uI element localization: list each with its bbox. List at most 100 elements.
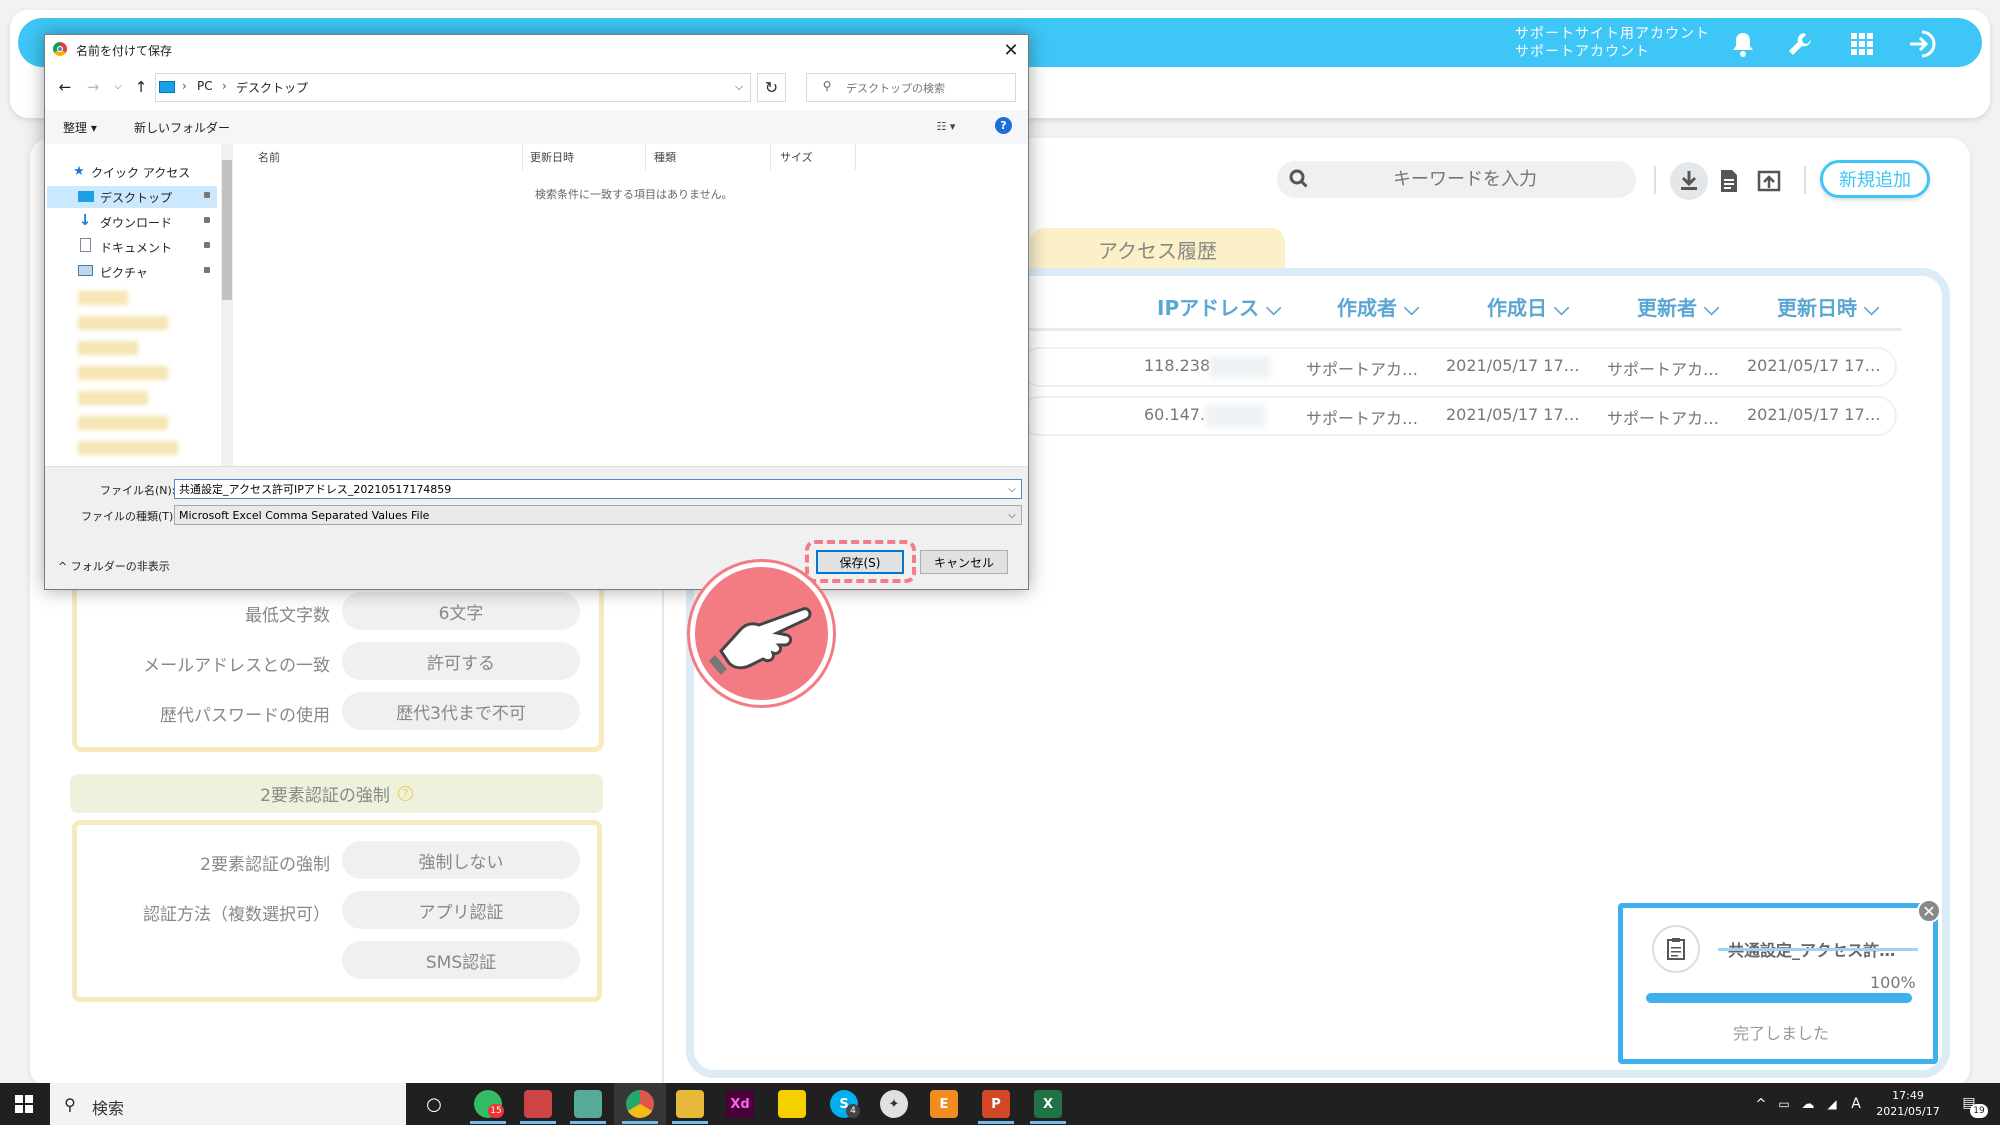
powerpoint-app-icon[interactable]: P bbox=[982, 1090, 1010, 1118]
column-header-updater[interactable]: 更新者 ⌵ bbox=[1637, 292, 1719, 321]
account-info[interactable]: サポートサイト用アカウント サポートアカウント bbox=[1515, 25, 1710, 61]
policy-value[interactable]: 歴代3代まで不可 bbox=[342, 692, 580, 730]
pin-icon bbox=[204, 267, 210, 273]
tfa-value[interactable]: SMS認証 bbox=[342, 941, 580, 979]
clock-date: 2021/05/17 bbox=[1876, 1105, 1940, 1118]
cell-updated: 2021/05/17 17… bbox=[1747, 356, 1881, 375]
tfa-value[interactable]: アプリ認証 bbox=[342, 891, 580, 929]
help-icon[interactable]: ? bbox=[397, 786, 413, 801]
organize-button[interactable]: 整理 ▾ bbox=[63, 119, 97, 136]
policy-label: メールアドレスとの一致 bbox=[143, 656, 330, 676]
help-icon[interactable]: ? bbox=[995, 117, 1012, 134]
new-folder-button[interactable]: 新しいフォルダー bbox=[134, 119, 230, 136]
column-header-created[interactable]: 作成日 ⌵ bbox=[1487, 292, 1569, 321]
upload-icon[interactable] bbox=[1752, 164, 1786, 198]
apps-grid-icon[interactable] bbox=[1846, 28, 1878, 60]
filename-label: ファイル名(N): bbox=[100, 484, 176, 497]
tfa-value[interactable]: 強制しない bbox=[342, 841, 580, 879]
close-icon[interactable]: ✕ bbox=[1917, 899, 1941, 923]
xd-app-icon[interactable]: Xd bbox=[726, 1090, 754, 1118]
filename-input[interactable] bbox=[174, 479, 1022, 499]
running-indicator bbox=[622, 1121, 658, 1124]
recent-dropdown-icon[interactable]: ⌵ bbox=[112, 80, 124, 94]
monitor-icon bbox=[159, 81, 175, 93]
column-divider bbox=[855, 144, 856, 170]
tfa-label: 認証方法（複数選択可） bbox=[143, 905, 330, 925]
up-arrow-icon[interactable]: ↑ bbox=[132, 78, 150, 96]
back-arrow-icon[interactable]: ← bbox=[56, 78, 74, 96]
nav-item-quick-access[interactable]: クイック アクセス bbox=[91, 164, 190, 181]
tab-access-history[interactable]: アクセス履歴 bbox=[1030, 228, 1285, 270]
breadcrumb-desktop[interactable]: デスクトップ bbox=[236, 79, 308, 96]
refresh-icon[interactable]: ↻ bbox=[757, 73, 786, 102]
running-indicator bbox=[520, 1121, 556, 1124]
notes-app-icon[interactable] bbox=[574, 1090, 602, 1118]
file-column-name[interactable]: 名前 bbox=[258, 149, 280, 165]
policy-label: 最低文字数 bbox=[245, 606, 330, 626]
breadcrumb-pc[interactable]: PC bbox=[197, 79, 213, 93]
feedback-app-icon[interactable]: ✦ bbox=[880, 1090, 908, 1118]
nav-item-pictures[interactable]: ピクチャ bbox=[100, 264, 148, 281]
file-column-modified[interactable]: 更新日時 bbox=[530, 149, 574, 165]
add-new-button[interactable]: 新規追加 bbox=[1820, 160, 1930, 198]
running-indicator bbox=[978, 1121, 1014, 1124]
pointing-hand-icon bbox=[690, 562, 833, 705]
chevron-up-icon: ^ bbox=[58, 560, 68, 573]
wrench-icon[interactable] bbox=[1784, 28, 1816, 60]
policy-value[interactable]: 許可する bbox=[342, 642, 580, 680]
dialog-search-placeholder: デスクトップの検索 bbox=[846, 82, 945, 95]
clock[interactable]: 17:49 2021/05/17 bbox=[1874, 1088, 1942, 1120]
chevron-down-icon[interactable]: ⌵ bbox=[1005, 482, 1019, 496]
nav-scrollbar-thumb[interactable] bbox=[222, 160, 232, 300]
sticky-notes-icon[interactable] bbox=[778, 1090, 806, 1118]
excel-app-icon[interactable]: X bbox=[1034, 1090, 1062, 1118]
view-options-icon[interactable]: ☷ ▾ bbox=[928, 117, 964, 135]
document-file-icon bbox=[80, 238, 91, 252]
download-status: 完了しました bbox=[1733, 1024, 1830, 1043]
chevron-down-icon: ⌵ bbox=[1403, 296, 1420, 320]
cell-updater: サポートアカ… bbox=[1607, 360, 1720, 379]
nav-item-documents[interactable]: ドキュメント bbox=[100, 239, 172, 256]
running-indicator bbox=[570, 1121, 606, 1124]
file-column-size[interactable]: サイズ bbox=[780, 149, 813, 165]
search-icon bbox=[1286, 166, 1312, 192]
document-icon[interactable] bbox=[1712, 164, 1746, 198]
tool-app-icon[interactable] bbox=[524, 1090, 552, 1118]
cloud-icon[interactable]: ☁ bbox=[1798, 1094, 1818, 1114]
battery-icon[interactable]: ▭ bbox=[1774, 1094, 1794, 1114]
nav-item-desktop[interactable]: デスクトップ bbox=[100, 189, 172, 206]
column-header-ip[interactable]: IPアドレス ⌵ bbox=[1157, 292, 1281, 321]
ime-indicator[interactable]: A bbox=[1846, 1094, 1866, 1114]
search-input[interactable] bbox=[1310, 161, 1620, 198]
save-button[interactable]: 保存(S) bbox=[816, 550, 904, 574]
hide-folders-toggle[interactable]: ^ フォルダーの非表示 bbox=[58, 558, 170, 574]
chevron-down-icon[interactable]: ⌵ bbox=[1005, 508, 1019, 522]
account-line2: サポートアカウント bbox=[1515, 44, 1650, 60]
column-header-creator[interactable]: 作成者 ⌵ bbox=[1337, 292, 1419, 321]
windows-start-icon[interactable] bbox=[10, 1090, 38, 1118]
tray-overflow-icon[interactable]: ^ bbox=[1752, 1094, 1770, 1114]
file-column-type[interactable]: 種類 bbox=[654, 149, 676, 165]
bell-icon[interactable] bbox=[1727, 28, 1759, 60]
filetype-select[interactable]: Microsoft Excel Comma Separated Values F… bbox=[174, 505, 1022, 525]
task-view-icon[interactable]: ○ bbox=[420, 1090, 448, 1118]
breadcrumb-sep: › bbox=[182, 79, 187, 93]
policy-value[interactable]: 6文字 bbox=[342, 592, 580, 630]
forward-arrow-icon[interactable]: → bbox=[84, 78, 102, 96]
chevron-down-icon: ⌵ bbox=[1553, 296, 1570, 320]
cell-creator: サポートアカ… bbox=[1306, 360, 1419, 379]
explorer-app-icon[interactable] bbox=[676, 1090, 704, 1118]
cancel-button[interactable]: キャンセル bbox=[920, 550, 1008, 574]
tfa-section-header: 2要素認証の強制 ? bbox=[70, 774, 603, 813]
column-header-updated[interactable]: 更新日時 ⌵ bbox=[1777, 292, 1879, 321]
pin-star-icon: ★ bbox=[73, 163, 85, 179]
chevron-down-icon[interactable]: ⌵ bbox=[732, 80, 746, 94]
download-icon[interactable] bbox=[1670, 162, 1708, 200]
wifi-icon[interactable]: ◢ bbox=[1822, 1094, 1842, 1114]
redacted-folder bbox=[78, 366, 168, 380]
nav-item-downloads[interactable]: ダウンロード bbox=[100, 214, 172, 231]
logout-icon[interactable] bbox=[1904, 26, 1940, 62]
e-app-icon[interactable]: E bbox=[930, 1090, 958, 1118]
close-icon[interactable]: ✕ bbox=[996, 36, 1026, 64]
taskbar-search-label: 検索 bbox=[92, 1099, 125, 1118]
